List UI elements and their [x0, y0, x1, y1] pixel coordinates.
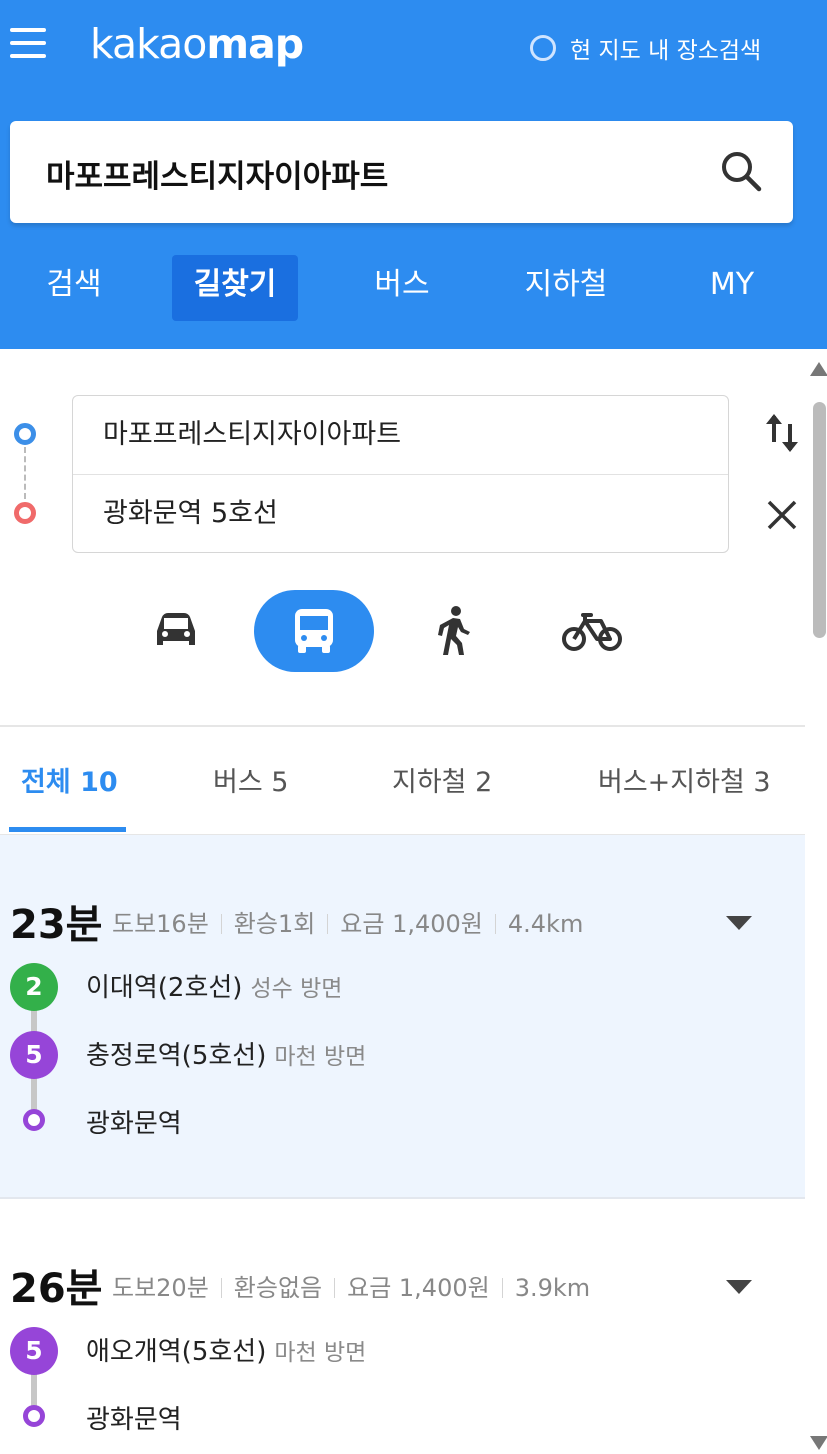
station-name: 애오개역(5호선) — [86, 1337, 267, 1367]
filter-tab-all[interactable]: 전체 10 — [21, 760, 118, 799]
mode-walk[interactable] — [394, 590, 514, 672]
direction: 성수 방면 — [250, 976, 343, 1002]
step-station: 광화문역 — [86, 1103, 182, 1140]
main-tabs: 검색 길찾기 버스 지하철 MY — [0, 255, 827, 323]
mode-transit[interactable] — [254, 590, 374, 672]
search-input[interactable]: 마포프레스티지자이아파트 — [46, 151, 388, 196]
destination-stop-icon — [23, 1405, 45, 1427]
fare: 요금 1,400원 — [340, 910, 483, 938]
route-step: 광화문역 — [0, 1395, 805, 1443]
origin-marker-icon — [14, 423, 36, 445]
station-name: 광화문역 — [86, 1405, 182, 1435]
route-step: 5 애오개역(5호선) 마천 방면 — [0, 1327, 805, 1375]
scrollbar[interactable] — [807, 362, 827, 1454]
distance: 3.9km — [514, 1274, 591, 1302]
car-icon — [157, 613, 195, 645]
filter-tab-bus[interactable]: 버스 5 — [213, 760, 288, 799]
mode-car[interactable] — [116, 590, 236, 672]
route-step: 5 충정로역(5호선) 마천 방면 — [0, 1031, 805, 1079]
route-result[interactable]: 26분 도보20분 환승없음 요금 1,400원 3.9km 5 애오개역(5호선) 마… — [0, 1199, 805, 1454]
distance: 4.4km — [507, 910, 584, 938]
walk-time: 도보20분 — [112, 1274, 209, 1302]
scrollbar-thumb[interactable] — [813, 402, 826, 638]
map-area-search-toggle[interactable]: 현 지도 내 장소검색 — [530, 31, 761, 65]
radio-icon — [530, 35, 556, 61]
swap-icon[interactable] — [764, 410, 800, 460]
line-2-badge: 2 — [10, 963, 58, 1011]
route-summary: 도보16분 환승1회 요금 1,400원 4.4km — [112, 904, 583, 939]
step-station: 애오개역(5호선) 마천 방면 — [86, 1331, 366, 1368]
station-name: 이대역(2호선) — [86, 973, 243, 1003]
walk-time: 도보16분 — [112, 910, 209, 938]
bike-icon — [562, 613, 622, 651]
mode-bike[interactable] — [532, 590, 652, 672]
fare: 요금 1,400원 — [347, 1274, 490, 1302]
step-station: 이대역(2호선) 성수 방면 — [86, 967, 342, 1004]
step-station: 광화문역 — [86, 1399, 182, 1436]
bus-icon — [295, 609, 333, 653]
step-station: 충정로역(5호선) 마천 방면 — [86, 1035, 366, 1072]
route-inputs: 마포프레스티지자이아파트 광화문역 5호선 — [72, 395, 729, 553]
direction: 마천 방면 — [274, 1044, 367, 1070]
transfer-count: 환승없음 — [233, 1274, 323, 1302]
result-filter-tabs: 전체 10 버스 5 지하철 2 버스+지하철 3 — [0, 742, 805, 835]
station-name: 광화문역 — [86, 1109, 182, 1139]
tab-subway[interactable]: 지하철 — [510, 255, 622, 321]
search-icon[interactable] — [719, 149, 763, 197]
tab-my[interactable]: MY — [690, 255, 774, 321]
route-summary: 도보20분 환승없음 요금 1,400원 3.9km — [112, 1268, 590, 1303]
route-step: 2 이대역(2호선) 성수 방면 — [0, 963, 805, 1011]
destination-marker-icon — [14, 502, 36, 524]
destination-stop-icon — [23, 1109, 45, 1131]
search-box[interactable]: 마포프레스티지자이아파트 — [10, 121, 793, 223]
destination-input[interactable]: 광화문역 5호선 — [73, 474, 728, 553]
scroll-up-icon[interactable] — [810, 362, 827, 376]
transport-modes — [0, 590, 800, 672]
tab-directions[interactable]: 길찾기 — [172, 255, 298, 321]
filter-tab-subway[interactable]: 지하철 2 — [392, 760, 492, 799]
route-result[interactable]: 23분 도보16분 환승1회 요금 1,400원 4.4km 2 이대역(2호선) 성수… — [0, 835, 805, 1197]
route-step: 광화문역 — [0, 1099, 805, 1147]
filter-tab-bus-subway[interactable]: 버스+지하철 3 — [598, 760, 771, 799]
map-area-search-label: 현 지도 내 장소검색 — [570, 38, 762, 64]
app-header: kakaomap 현 지도 내 장소검색 마포프레스티지자이아파트 검색 길찾기… — [0, 0, 827, 349]
station-name: 충정로역(5호선) — [86, 1041, 267, 1071]
tab-search[interactable]: 검색 — [26, 255, 122, 321]
tab-bus[interactable]: 버스 — [354, 255, 450, 321]
expand-chevron-icon[interactable] — [726, 1280, 752, 1294]
route-connector — [24, 447, 26, 499]
scroll-down-icon[interactable] — [810, 1436, 827, 1450]
active-tab-indicator — [9, 827, 126, 832]
direction: 마천 방면 — [274, 1340, 367, 1366]
walk-icon — [438, 606, 470, 655]
close-icon[interactable] — [766, 499, 798, 535]
transfer-count: 환승1회 — [233, 910, 316, 938]
line-5-badge: 5 — [10, 1327, 58, 1375]
route-duration: 26분 — [10, 1266, 103, 1312]
kakaomap-logo[interactable]: kakaomap — [90, 20, 304, 68]
route-duration: 23분 — [10, 902, 103, 948]
line-5-badge: 5 — [10, 1031, 58, 1079]
section-divider — [0, 725, 805, 727]
expand-chevron-icon[interactable] — [726, 916, 752, 930]
menu-icon[interactable] — [10, 28, 46, 60]
origin-input[interactable]: 마포프레스티지자이아파트 — [73, 396, 728, 474]
